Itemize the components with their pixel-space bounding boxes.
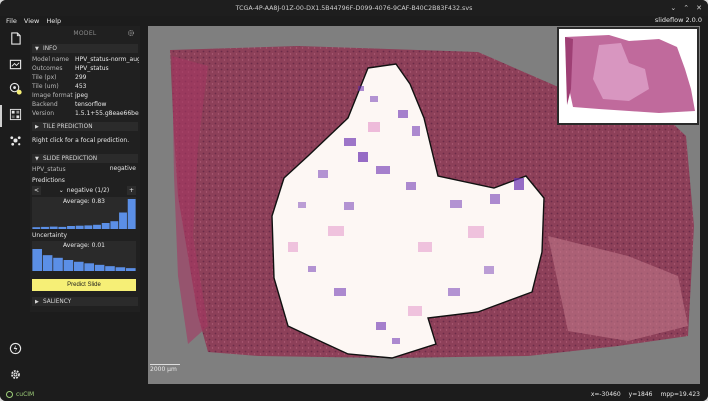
backend-status: cuCIM [6,390,35,398]
menu-file[interactable]: File [6,17,17,25]
power-icon[interactable] [8,341,22,355]
gear-icon[interactable] [127,29,135,37]
window-title: TCGA-4P-AA8J-01Z-00-DX1.5B44796F-D099-40… [235,4,473,12]
uncertainty-histogram-bar [42,255,53,271]
uncertainty-histogram-bar [74,261,84,271]
info-row: Tile (px) 299 [32,74,87,81]
menu-bar: File View Help [0,16,708,26]
info-row: Image format jpeg [32,92,88,99]
uncertainty-average: Average: 0.01 [63,242,105,249]
saliency-header[interactable]: ▶ SALIENCY [32,297,138,306]
collapse-icon: ▼ [35,155,39,162]
predictions-histogram-bar [58,226,67,229]
info-row: Tile (um) 453 [32,83,87,90]
scale-bar-label: 2000 μm [150,366,177,373]
uncertainty-histogram: Average: 0.01 [32,241,136,271]
active-tool-indicator [0,105,2,127]
uncertainty-histogram-bar [63,260,74,271]
app-window: TCGA-4P-AA8J-01Z-00-DX1.5B44796F-D099-40… [0,0,708,401]
settings-icon[interactable] [8,367,22,381]
model-panel-header: MODEL [30,26,140,40]
info-row: Model nameHPV_status-norm_aug... [32,56,139,63]
close-button[interactable]: ✕ [696,4,702,12]
backend-label: cuCIM [16,390,35,398]
predictions-histogram-bar [84,225,93,229]
left-toolbar [0,26,30,386]
predictions-histogram-bar [93,224,101,229]
cursor-x: x=-30460 [590,390,621,398]
uncertainty-histogram-bar [53,257,63,271]
uncertainty-histogram-bar [32,249,42,271]
slide-icon[interactable] [8,57,22,71]
outcome-dropdown[interactable]: ⌄ negative (1/2) [41,187,127,194]
uncertainty-histogram-bar [84,263,94,271]
uncertainty-label: Uncertainty [32,232,68,239]
predictions-histogram-bar [41,226,49,229]
predictions-histogram-bar [49,226,58,229]
predict-slide-button[interactable]: Predict Slide [32,279,136,291]
predictions-histogram-bar [32,227,41,229]
predictions-histogram-bar [110,221,119,229]
expand-icon: ▶ [35,298,39,305]
uncertainty-histogram-bar [94,264,105,271]
uncertainty-histogram-bar [105,266,115,271]
status-bar: cuCIM x=-30460 y=1846 mpp=19.423 [0,387,708,401]
predictions-histogram-bar [67,226,75,229]
cursor-y: y=1846 [628,390,653,398]
uncertainty-histogram-bar [115,267,126,271]
model-panel: MODEL ▼ INFO Model name HPV_status-norm_a… [30,26,140,312]
previous-outcome-button[interactable]: < [32,186,41,195]
next-outcome-button[interactable]: + [127,186,136,195]
tile-prediction-hint: Right click for a focal prediction. [32,137,130,144]
extensions-icon[interactable] [8,133,22,147]
scale-bar-line [150,364,180,365]
check-icon [6,390,13,398]
title-bar: TCGA-4P-AA8J-01Z-00-DX1.5B44796F-D099-40… [0,0,708,16]
model-panel-title: MODEL [73,29,97,37]
model-icon[interactable] [8,81,22,95]
cursor-readout: x=-30460 y=1846 mpp=19.423 [591,391,700,398]
info-row: Backend tensorflow [32,101,107,108]
minimize-button[interactable]: ⌄ [670,4,676,12]
menu-help[interactable]: Help [46,17,61,25]
outcome-selector: < ⌄ negative (1/2) + [32,186,136,195]
menu-view[interactable]: View [24,17,39,25]
scale-bar: 2000 μm [150,362,180,373]
app-version: slideflow 2.0.0 [654,16,702,24]
collapse-icon: ▼ [35,45,39,52]
maximize-button[interactable]: ⌃ [683,4,689,12]
predictions-average: Average: 0.83 [63,198,105,205]
thumbnail-image [565,35,695,113]
expand-icon: ▶ [35,123,39,130]
file-icon[interactable] [8,31,22,45]
info-row: Version1.5.1+55.g8eae66be.jupy [32,110,139,117]
slide-thumbnail[interactable] [557,27,699,125]
chevron-down-icon: ⌄ [58,187,64,194]
mpp-readout: mpp=19.423 [660,390,700,398]
predictions-label: Predictions [32,177,65,184]
info-section-header[interactable]: ▼ INFO [32,44,138,53]
info-row: Outcomes HPV_status [32,65,109,72]
outcome-row: HPV_status negative [32,165,136,173]
predictions-histogram: Average: 0.83 [32,197,136,229]
predictions-histogram-bar [75,225,84,229]
predictions-histogram-bar [101,223,110,229]
heatmap-icon[interactable] [8,107,22,121]
uncertainty-histogram-bar [126,268,136,271]
slide-prediction-header[interactable]: ▼ SLIDE PREDICTION [32,154,138,163]
predictions-histogram-bar [119,212,127,229]
tile-prediction-header[interactable]: ▶ TILE PREDICTION [32,122,138,131]
window-controls: ⌄ ⌃ ✕ [670,4,702,12]
